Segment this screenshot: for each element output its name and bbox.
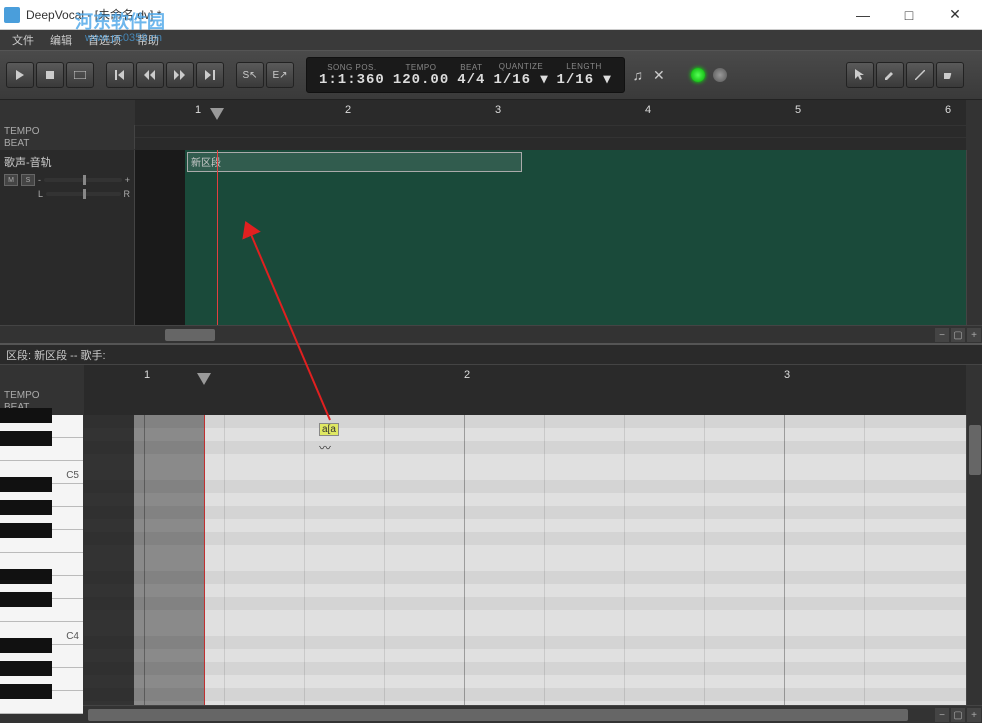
- vol-plus: +: [125, 175, 130, 185]
- status-led-green: [691, 68, 705, 82]
- watermark-url: www.pc0359.cn: [85, 32, 162, 44]
- line-tool[interactable]: [906, 62, 934, 88]
- ruler-tick: 4: [645, 104, 651, 116]
- piano-vertical-scrollbar[interactable]: [966, 415, 982, 705]
- vol-minus: -: [38, 175, 41, 185]
- forward-button[interactable]: [166, 62, 194, 88]
- tempo-value[interactable]: 120.00: [393, 72, 449, 88]
- clip-label: 新区段: [188, 153, 521, 170]
- pr-ruler-tick: 3: [784, 369, 790, 381]
- loop-button[interactable]: [66, 62, 94, 88]
- arr-vertical-scrollbar[interactable]: [966, 150, 982, 325]
- piano-panel-header: 区段: 新区段 -- 歌手:: [0, 345, 982, 365]
- song-pos-label: SONG POS.: [319, 63, 385, 72]
- zoom-out-button[interactable]: −: [935, 328, 949, 342]
- zoom-fit-button[interactable]: ▢: [951, 328, 965, 342]
- arr-horizontal-scrollbar[interactable]: − ▢ +: [0, 325, 982, 343]
- arrangement-panel: TEMPO BEAT 1 2 3 4 5 6 歌声-音轨 M S -: [0, 100, 982, 345]
- minimize-button[interactable]: —: [840, 0, 886, 30]
- marker-end-button[interactable]: E↗: [266, 62, 294, 88]
- beat-label: BEAT: [457, 63, 485, 72]
- stop-button[interactable]: [36, 62, 64, 88]
- key-label-c4: C4: [66, 631, 79, 642]
- window-controls: — □ ✕: [840, 0, 978, 30]
- arrangement-tracks: 歌声-音轨 M S - + L R 新区段: [0, 150, 982, 325]
- status-led-gray: [713, 68, 727, 82]
- watermark-text: 河东软件园: [75, 8, 165, 34]
- track-header[interactable]: 歌声-音轨 M S - + L R: [0, 150, 135, 325]
- quantize-value[interactable]: 1/16 ▾: [493, 71, 548, 88]
- piano-zoom-in-button[interactable]: +: [967, 708, 981, 722]
- beat-value[interactable]: 4/4: [457, 72, 485, 88]
- key-label-c5: C5: [66, 470, 79, 481]
- volume-slider[interactable]: [44, 178, 122, 182]
- goto-end-button[interactable]: [196, 62, 224, 88]
- ruler-tick: 1: [195, 104, 201, 116]
- app-icon: [4, 7, 20, 23]
- scroll-thumb[interactable]: [165, 329, 215, 341]
- piano-grid[interactable]: a[a 〰: [84, 415, 966, 705]
- indicator-group: ♫ ✕: [629, 67, 669, 84]
- length-label: LENGTH: [557, 62, 612, 71]
- track-clip[interactable]: 新区段: [187, 152, 522, 172]
- zoom-in-button[interactable]: +: [967, 328, 981, 342]
- vibrato-icon: 〰: [319, 439, 331, 456]
- piano-keyboard[interactable]: C5 C4: [0, 415, 84, 705]
- marker-start-button[interactable]: S↖: [236, 62, 264, 88]
- marker-controls: S↖ E↗: [236, 62, 294, 88]
- piano-playhead-marker-icon[interactable]: [197, 373, 211, 385]
- ruler-tick: 5: [795, 104, 801, 116]
- play-button[interactable]: [6, 62, 34, 88]
- piano-scroll-thumb[interactable]: [969, 425, 981, 475]
- piano-h-scroll-thumb[interactable]: [88, 709, 908, 721]
- erase-tool[interactable]: [936, 62, 964, 88]
- pointer-tool[interactable]: [846, 62, 874, 88]
- piano-playhead: [204, 415, 205, 705]
- note-icon: ♫: [633, 67, 644, 84]
- rewind-button[interactable]: [136, 62, 164, 88]
- solo-button[interactable]: S: [21, 174, 35, 186]
- piano-horizontal-scrollbar[interactable]: − ▢ +: [0, 705, 982, 723]
- arr-tempo-label: TEMPO: [0, 125, 135, 137]
- piano-zoom-fit-button[interactable]: ▢: [951, 708, 965, 722]
- song-pos-value[interactable]: 1:1:360: [319, 72, 385, 88]
- piano-zoom-out-button[interactable]: −: [935, 708, 949, 722]
- close-button[interactable]: ✕: [932, 0, 978, 30]
- tool-group-edit: [846, 62, 964, 88]
- arr-beat-label: BEAT: [0, 137, 135, 149]
- toolbar: S↖ E↗ SONG POS. 1:1:360 TEMPO 120.00 BEA…: [0, 50, 982, 100]
- length-value[interactable]: 1/16 ▾: [557, 71, 612, 88]
- quantize-label: QUANTIZE: [493, 62, 548, 71]
- track-lane[interactable]: 新区段: [135, 150, 966, 325]
- menu-edit[interactable]: 编辑: [42, 32, 80, 48]
- ruler-tick: 3: [495, 104, 501, 116]
- pr-ruler-tick: 1: [144, 369, 150, 381]
- pr-tempo-label: TEMPO: [0, 390, 84, 402]
- navigation-controls: [106, 62, 224, 88]
- goto-start-button[interactable]: [106, 62, 134, 88]
- mute-button[interactable]: M: [4, 174, 18, 186]
- menu-file[interactable]: 文件: [4, 32, 42, 48]
- maximize-button[interactable]: □: [886, 0, 932, 30]
- shuffle-icon: ✕: [653, 67, 665, 84]
- pan-r: R: [124, 189, 131, 199]
- pan-slider[interactable]: [46, 192, 120, 196]
- transport-display: SONG POS. 1:1:360 TEMPO 120.00 BEAT 4/4 …: [306, 57, 625, 93]
- arrangement-playhead: [217, 150, 218, 325]
- piano-roll-panel: TEMPO BEAT 1 2 3 C5 C4: [0, 365, 982, 723]
- draw-tool[interactable]: [876, 62, 904, 88]
- note-lyric-tag[interactable]: a[a: [319, 423, 339, 436]
- ruler-tick: 2: [345, 104, 351, 116]
- arrangement-ruler[interactable]: 1 2 3 4 5 6: [135, 100, 966, 150]
- ruler-tick: 6: [945, 104, 951, 116]
- pr-ruler-tick: 2: [464, 369, 470, 381]
- tempo-label: TEMPO: [393, 63, 449, 72]
- track-name: 歌声-音轨: [4, 154, 130, 170]
- transport-controls: [6, 62, 94, 88]
- piano-ruler[interactable]: 1 2 3: [84, 365, 966, 415]
- pan-l: L: [38, 189, 43, 199]
